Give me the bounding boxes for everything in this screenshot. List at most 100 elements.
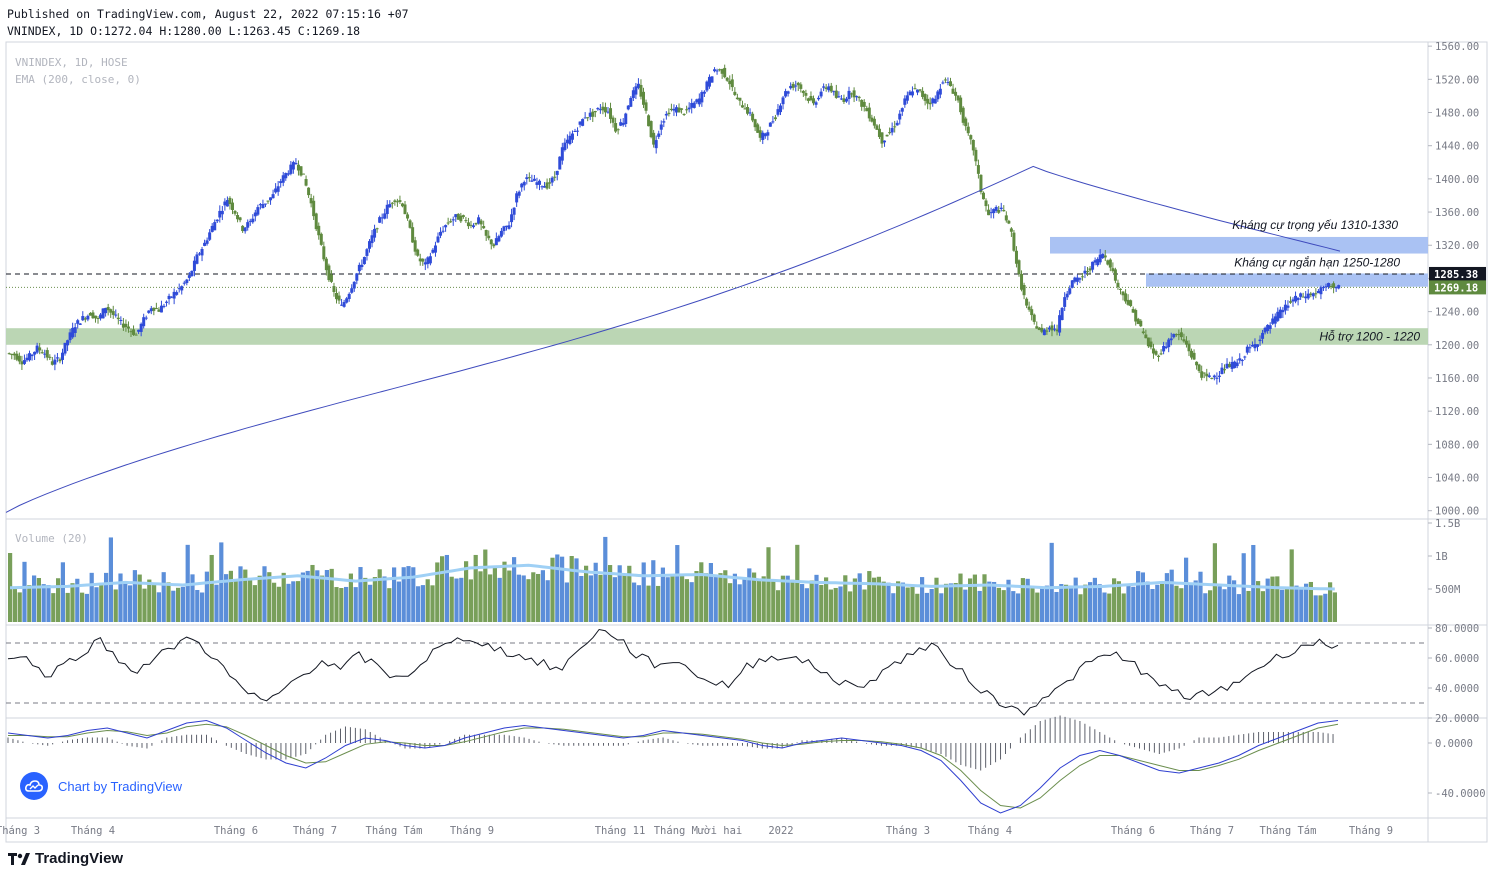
candle xyxy=(111,311,115,315)
volume-bar xyxy=(1145,581,1150,622)
volume-bar xyxy=(118,573,123,622)
rsi-axis[interactable]: 80.0000 60.0000 40.0000 20.0000 xyxy=(1428,623,1479,725)
candle xyxy=(200,248,204,256)
volume-bar xyxy=(708,563,713,622)
candle xyxy=(116,317,120,320)
volume-bar xyxy=(1203,593,1208,622)
candle xyxy=(251,218,255,223)
candle xyxy=(966,126,970,134)
candle xyxy=(1080,276,1084,278)
price-badge-1: 1269.18 xyxy=(1434,282,1478,294)
candle xyxy=(512,207,516,215)
candle xyxy=(680,108,684,110)
candle xyxy=(507,225,511,229)
volume-bar xyxy=(195,589,200,622)
volume-legend: Volume (20) xyxy=(15,532,88,545)
candle xyxy=(730,79,734,88)
volume-bar xyxy=(1164,573,1169,622)
candle xyxy=(403,204,407,215)
volume-bar xyxy=(166,582,171,622)
tradingview-logo[interactable]: TradingView xyxy=(8,850,123,867)
candle xyxy=(581,119,585,126)
candle xyxy=(933,98,937,104)
volume-bar xyxy=(272,582,277,622)
candle xyxy=(17,355,21,362)
candle xyxy=(1002,209,1006,212)
volume-bar xyxy=(1260,591,1265,622)
candle xyxy=(317,225,321,236)
candle xyxy=(938,88,942,95)
candle xyxy=(322,246,326,260)
volume-bar xyxy=(848,591,853,622)
candle xyxy=(1045,330,1049,332)
volume-bar xyxy=(1251,544,1256,622)
volume-bar xyxy=(915,593,920,622)
candle xyxy=(220,210,224,215)
volume-bar xyxy=(1174,585,1179,622)
candle xyxy=(659,124,663,130)
volume-bar xyxy=(488,574,493,622)
candle xyxy=(243,227,247,232)
volume-bar xyxy=(612,577,617,622)
candle xyxy=(479,220,483,225)
volume-bar xyxy=(1020,578,1025,622)
candle xyxy=(86,315,90,320)
candle xyxy=(1215,377,1219,379)
volume-bar xyxy=(560,556,565,622)
candle xyxy=(119,319,123,321)
volume-bar xyxy=(1222,589,1227,622)
candle xyxy=(1141,331,1145,334)
candle xyxy=(1314,293,1318,295)
candle xyxy=(1012,232,1016,251)
candle xyxy=(814,102,818,105)
macd-axis[interactable]: 0.0000 -40.0000 xyxy=(1428,738,1486,800)
volume-bar xyxy=(420,585,425,622)
volume-bar xyxy=(416,586,421,622)
candle xyxy=(537,180,541,185)
tradingview-watermark[interactable]: Chart by TradingView xyxy=(20,772,182,800)
volume-bar xyxy=(435,562,440,622)
volume-bar xyxy=(934,577,939,622)
candle xyxy=(436,236,440,243)
volume-bar xyxy=(972,574,977,622)
volume-bar xyxy=(944,583,949,622)
volume-bar xyxy=(507,570,512,622)
candle xyxy=(900,108,904,112)
volume-bar xyxy=(958,573,963,622)
candle xyxy=(1116,282,1120,288)
volume-bar xyxy=(828,589,833,622)
candle xyxy=(215,219,219,222)
volume-bar xyxy=(190,574,195,622)
candle xyxy=(1210,377,1214,379)
volume-bar xyxy=(1064,584,1069,622)
volume-bar xyxy=(1116,581,1121,622)
chart-canvas[interactable]: Kháng cự trọng yếu 1310-1330 Kháng cự ngắ… xyxy=(0,0,1490,878)
volume-bar xyxy=(867,571,872,622)
candle xyxy=(7,353,11,355)
volume-bar xyxy=(1208,590,1213,622)
candle xyxy=(266,200,270,202)
rsi-bands xyxy=(6,642,1428,704)
rsi-line xyxy=(7,628,1339,716)
macd-tick-label: 0.0000 xyxy=(1435,738,1473,750)
candle xyxy=(1319,287,1323,295)
candle xyxy=(1017,260,1021,275)
volume-bar xyxy=(132,570,137,622)
time-axis[interactable]: Tháng 3 Tháng 4 Tháng 6 Tháng 7 Tháng Tám Thá… xyxy=(0,825,1393,837)
price-tick-label: 1240.00 xyxy=(1435,307,1479,319)
candle xyxy=(895,122,899,126)
candle xyxy=(294,162,298,165)
candle xyxy=(1261,332,1265,339)
candle xyxy=(1078,278,1082,280)
zone-label-2: Hỗ trợ 1200 - 1220 xyxy=(1319,328,1420,343)
volume-bar xyxy=(704,573,709,622)
volume-bar xyxy=(920,577,925,622)
rsi-tick-label: 20.0000 xyxy=(1435,713,1479,725)
volume-bar xyxy=(526,579,531,622)
volume-axis[interactable]: 1.5B 1B 500M xyxy=(1428,518,1460,596)
candle xyxy=(482,226,486,229)
candle xyxy=(1030,309,1034,316)
candle xyxy=(1060,307,1064,321)
volume-bar xyxy=(641,562,646,622)
candle xyxy=(1296,297,1300,301)
